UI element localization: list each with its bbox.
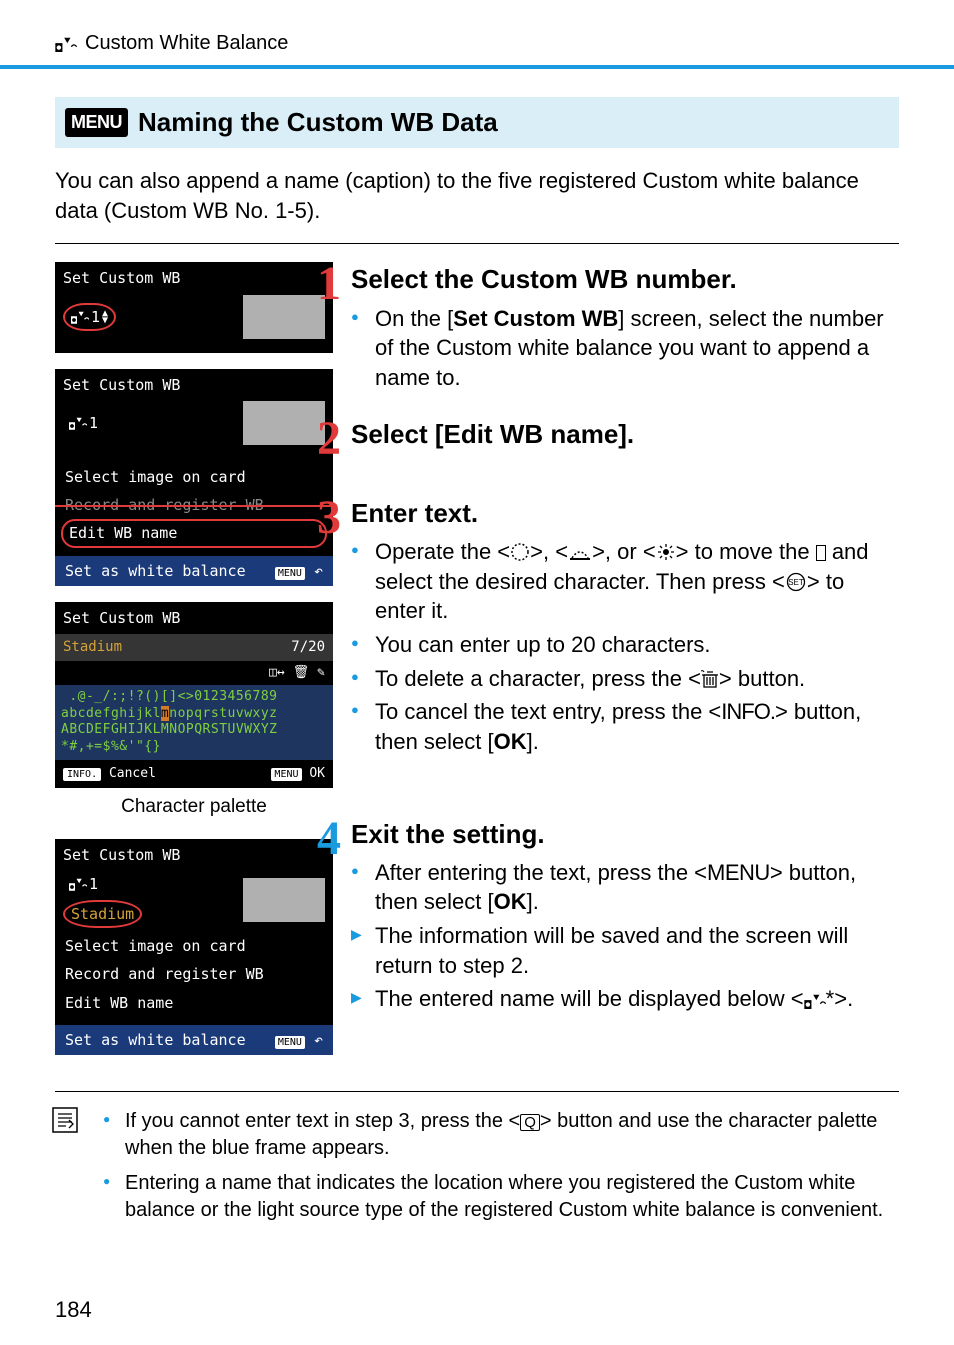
screen-title: Set Custom WB (55, 369, 333, 397)
custom-wb-icon (71, 310, 89, 324)
preview-thumbnail (243, 401, 325, 445)
step-number: 2 (317, 407, 341, 472)
step-bullet: You can enter up to 20 characters. (351, 630, 899, 660)
trash-icon[interactable]: 🗑 (293, 664, 310, 682)
character-palette[interactable]: .@-_/:;!?()[]<>0123456789 abcdefghijklmn… (55, 685, 333, 761)
back-icon: ↶ (314, 1031, 323, 1049)
menu-item[interactable]: Select image on card (55, 932, 333, 960)
step-title: Select [Edit WB name]. (351, 417, 899, 452)
input-mode-icon[interactable]: ✎ (317, 664, 325, 682)
divider (55, 243, 899, 244)
divider (0, 65, 954, 69)
step-number: 3 (317, 486, 341, 551)
step-bullet: To cancel the text entry, press the <INF… (351, 697, 899, 756)
custom-wb-icon (69, 416, 87, 430)
menu-item[interactable]: Select image on card (55, 463, 333, 491)
text-input[interactable]: Stadium (63, 638, 122, 657)
svg-text:SET: SET (788, 578, 804, 587)
main-dial-icon (568, 544, 592, 562)
wb-number: 1 (63, 872, 142, 896)
switch-icon[interactable]: ◫↔ (269, 664, 285, 682)
note-item: If you cannot enter text in step 3, pres… (103, 1108, 899, 1162)
breadcrumb-text: Custom White Balance (85, 30, 288, 57)
set-as-wb-button[interactable]: Set as white balance (65, 1030, 246, 1050)
step-title: Exit the setting. (351, 817, 899, 852)
section-heading: MENU Naming the Custom WB Data (55, 97, 899, 148)
wb-number-selector[interactable]: 1 ▲▼ (63, 303, 116, 331)
preview-thumbnail (243, 878, 325, 922)
camera-screen-4: Set Custom WB 1 Stadium Select image on … (55, 839, 333, 1055)
notes-section: If you cannot enter text in step 3, pres… (55, 1091, 899, 1224)
breadcrumb: Custom White Balance (55, 30, 899, 57)
quick-control-dial-icon (510, 542, 530, 562)
back-icon: ↶ (314, 562, 323, 580)
menu-label: MENU (65, 108, 128, 136)
set-as-wb-button[interactable]: Set as white balance (65, 561, 246, 581)
set-button-icon: SET (785, 572, 807, 592)
char-count: 7/20 (291, 638, 325, 657)
step-title: Enter text. (351, 496, 899, 531)
menu-icon: MENU (271, 768, 301, 781)
menu-item[interactable]: Record and register WB (55, 491, 333, 519)
cancel-label[interactable]: Cancel (109, 766, 156, 781)
custom-wb-icon (55, 36, 77, 52)
camera-screen-3: Set Custom WB Stadium 7/20 ◫↔ 🗑 ✎ .@-_/:… (55, 602, 333, 788)
step-number: 1 (317, 252, 341, 317)
step-title: Select the Custom WB number. (351, 262, 899, 297)
step-bullet: After entering the text, press the <MENU… (351, 858, 899, 917)
selected-char: m (161, 706, 169, 721)
wb-name-label: Stadium (63, 900, 142, 928)
multi-controller-icon (656, 542, 676, 562)
step-number: 4 (317, 807, 341, 872)
menu-icon: MENU (275, 1036, 305, 1049)
step-bullet: To delete a character, press the <> butt… (351, 664, 899, 694)
spinner-arrows-icon: ▲▼ (102, 310, 108, 324)
step-bullet: Operate the <>, <>, or <> to move the an… (351, 537, 899, 626)
note-icon (51, 1106, 79, 1134)
screen-title: Set Custom WB (55, 602, 333, 634)
screen-title: Set Custom WB (55, 262, 333, 290)
camera-screen-2: Set Custom WB 1 Select image on card Rec… (55, 369, 333, 586)
q-button-icon: Q (520, 1114, 540, 1131)
camera-screen-1: Set Custom WB 1 ▲▼ (55, 262, 333, 352)
wb-number: 1 (63, 411, 104, 435)
step-result: The entered name will be displayed below… (351, 984, 899, 1014)
info-button-icon: INFO. (63, 768, 101, 781)
screen-title: Set Custom WB (55, 839, 333, 867)
page-number: 184 (55, 1295, 92, 1325)
menu-item-selected[interactable]: Edit WB name (61, 519, 327, 547)
trash-icon (701, 669, 719, 689)
cursor-box-icon (816, 545, 826, 561)
menu-item[interactable]: Record and register WB (55, 960, 333, 988)
intro-text: You can also append a name (caption) to … (55, 166, 899, 225)
step-bullet: On the [Set Custom WB] screen, select th… (351, 304, 899, 393)
section-title-text: Naming the Custom WB Data (138, 105, 498, 140)
ok-label[interactable]: OK (309, 766, 325, 781)
menu-icon: MENU (275, 567, 305, 580)
note-item: Entering a name that indicates the locat… (103, 1170, 899, 1224)
custom-wb-icon (804, 993, 826, 1009)
menu-item[interactable]: Edit WB name (55, 989, 333, 1017)
caption: Character palette (55, 794, 333, 820)
step-result: The information will be saved and the sc… (351, 921, 899, 980)
preview-thumbnail (243, 295, 325, 339)
wb-number: 1 (91, 307, 100, 327)
custom-wb-icon (69, 877, 87, 891)
